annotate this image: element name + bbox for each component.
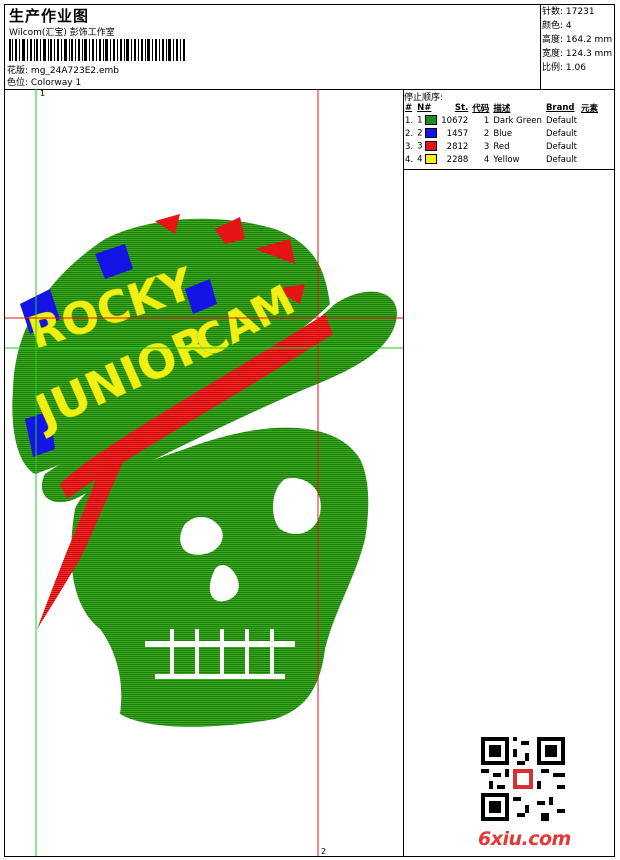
col-brand: Brand [545, 102, 575, 113]
design-canvas: ROCKY JUNIOR CAM 1 2 [5, 89, 403, 856]
spec-colors: 颜色: 4 [542, 21, 572, 31]
header: 生产作业图 Wilcom(汇宝) 彭饰工作室 花版: mg_24A723E2.e… [5, 5, 540, 89]
watermark: 6xiu.com [478, 828, 571, 850]
colorway-line: 色位: Colorway 1 [7, 75, 81, 88]
colorway-value: Colorway 1 [30, 78, 82, 88]
barcode [9, 39, 185, 61]
color-swatch [425, 154, 438, 165]
col-num: # [405, 102, 413, 113]
table-header-row: # N# St. 代码 描述 Brand 元素 [403, 101, 600, 114]
table-row: 2. 2 1457 2 Blue Default [405, 128, 577, 139]
color-swatch [425, 141, 438, 152]
table-row: 4. 4 2288 4 Yellow Default [405, 154, 577, 165]
col-code: 代码 [472, 103, 490, 114]
stop-sequence-panel: 停止顺序: # N# St. 代码 描述 Brand 元素 1. 1 10672… [403, 89, 615, 169]
company-name: Wilcom(汇宝) 彭饰工作室 [9, 28, 115, 38]
stop-table-divider [403, 169, 615, 170]
canvas-divider [403, 89, 404, 856]
col-stitches: St. [454, 102, 469, 113]
stop-sequence-table: # N# St. 代码 描述 Brand 元素 1. 1 10672 1 Dar… [403, 101, 600, 166]
spec-scale: 比例: 1.06 [542, 63, 586, 73]
spec-height: 高度: 164.2 mm [542, 35, 613, 45]
qr-code [481, 737, 565, 821]
embroidery-preview: ROCKY JUNIOR CAM [5, 89, 403, 856]
table-row: 1. 1 10672 1 Dark Green Default [405, 115, 577, 126]
spec-width: 宽度: 124.3 mm [542, 49, 613, 59]
guide-marker-2: 2 [321, 847, 327, 856]
page-title: 生产作业图 [9, 7, 90, 25]
col-element: 元素 [581, 103, 599, 114]
colorway-label: 色位: [7, 78, 29, 88]
col-needle: N# [417, 102, 432, 113]
specs-panel: 针数: 17231 颜色: 4 高度: 164.2 mm 宽度: 124.3 m… [540, 5, 616, 89]
guide-marker-1: 1 [40, 89, 46, 98]
table-row: 3. 3 2812 3 Red Default [405, 141, 577, 152]
color-swatch [425, 115, 438, 126]
col-desc: 描述 [493, 103, 511, 114]
color-swatch [425, 128, 438, 139]
spec-stitches: 针数: 17231 [542, 7, 595, 17]
